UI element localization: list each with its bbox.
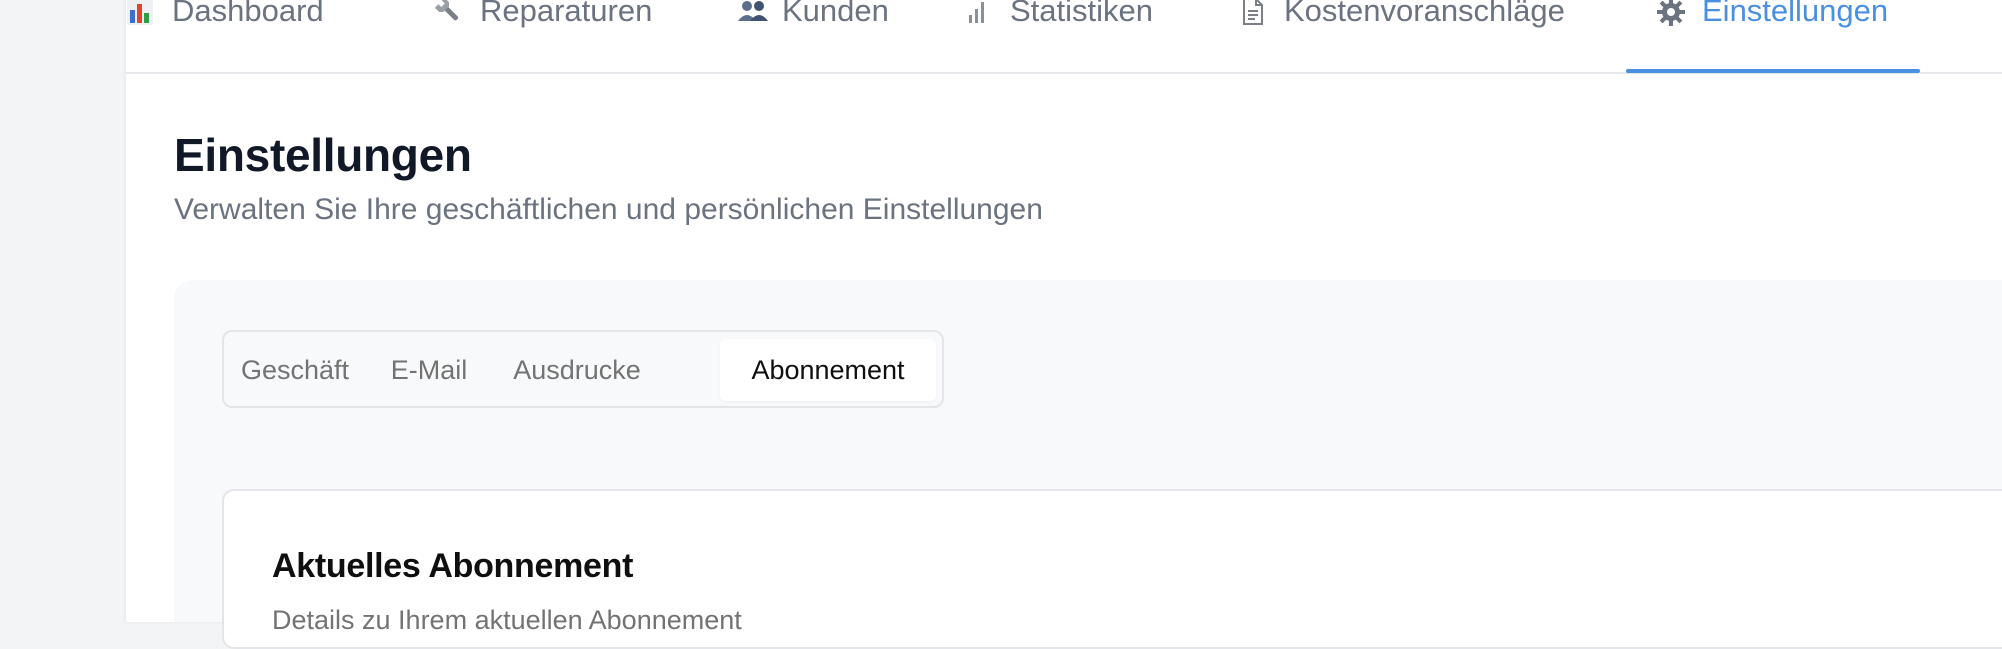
document-icon [1238,0,1272,27]
subscription-card-title: Aktuelles Abonnement [272,547,634,585]
gear-icon [1656,0,1690,27]
nav-label-reparaturen: Reparaturen [480,0,653,28]
tab-email[interactable]: E-Mail [374,339,484,401]
nav-item-einstellungen[interactable]: Einstellungen [1625,0,1921,73]
subscription-card: Aktuelles Abonnement Details zu Ihrem ak… [222,489,2002,649]
bar-chart-icon [126,0,160,27]
nav-label-kunden: Kunden [782,0,889,28]
nav-label-statistiken: Statistiken [1010,0,1154,28]
tab-geschaeft[interactable]: Geschäft [236,339,354,401]
nav-item-kunden[interactable]: Kunden [736,0,889,70]
subscription-card-description: Details zu Ihrem aktuellen Abonnement [272,605,742,635]
page-subtitle: Verwalten Sie Ihre geschäftlichen und pe… [174,193,1043,226]
settings-panel: Geschäft E-Mail Ausdrucke Abonnement Akt… [174,280,2002,649]
settings-tab-bar: Geschäft E-Mail Ausdrucke Abonnement [222,330,944,408]
nav-item-kostenvoranschlaege[interactable]: Kostenvoranschläge [1238,0,1565,70]
users-icon [736,0,770,27]
top-navigation: Dashboard Reparaturen Kunden Statistiken… [126,0,2002,74]
signal-icon [964,0,998,27]
nav-item-statistiken[interactable]: Statistiken [964,0,1153,70]
nav-item-reparaturen[interactable]: Reparaturen [434,0,652,70]
tab-abonnement[interactable]: Abonnement [720,339,936,401]
page-title: Einstellungen [174,129,472,181]
nav-label-kostenvoranschlaege: Kostenvoranschläge [1284,0,1565,28]
nav-label-dashboard: Dashboard [172,0,324,28]
nav-item-dashboard[interactable]: Dashboard [126,0,324,70]
tab-ausdrucke[interactable]: Ausdrucke [500,339,654,401]
nav-label-einstellungen: Einstellungen [1702,0,1889,28]
wrench-icon [434,0,468,27]
app-window: Dashboard Reparaturen Kunden Statistiken… [126,0,2002,649]
